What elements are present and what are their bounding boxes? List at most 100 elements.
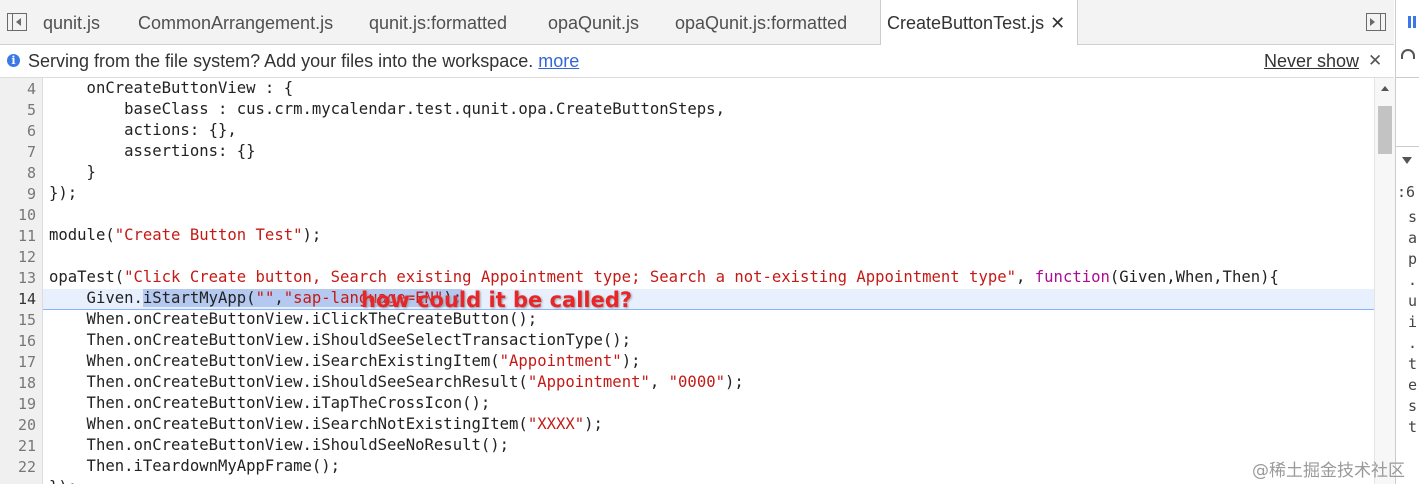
code-text: When.onCreateButtonView.iSearchExistingI…	[49, 352, 500, 370]
string-literal: "0000"	[668, 373, 725, 391]
code-text: ,	[1016, 268, 1035, 286]
line-number: 11	[17, 227, 36, 245]
line-number: 6	[26, 122, 36, 140]
tab-opaqunit-js-formatted[interactable]: opaQunit.js:formatted	[675, 0, 847, 44]
code-line: Then.onCreateButtonView.iShouldSeeNoResu…	[49, 436, 510, 454]
code-line: Then.onCreateButtonView.iTapTheCrossIcon…	[49, 394, 491, 412]
panel-divider	[1396, 146, 1419, 147]
string-literal: "Click Create button, Search existing Ap…	[124, 268, 1016, 286]
toggle-debugger-icon[interactable]	[1366, 13, 1386, 31]
line-number: 5	[26, 101, 36, 119]
string-literal: "Appointment"	[499, 352, 622, 370]
vertical-scrollbar[interactable]	[1374, 78, 1395, 484]
scrollbar-thumb[interactable]	[1378, 106, 1392, 154]
code-line: actions: {},	[49, 121, 237, 139]
char: s	[1408, 397, 1418, 415]
code-text: Given.	[49, 289, 143, 307]
char: u	[1408, 292, 1418, 310]
char: e	[1408, 376, 1418, 394]
code-text: Then.onCreateButtonView.iShouldSeeSearch…	[49, 373, 528, 391]
code-line: baseClass : cus.crm.mycalendar.test.quni…	[49, 100, 725, 118]
expand-triangle-icon[interactable]	[1402, 157, 1412, 164]
string-literal: "XXXX"	[527, 415, 585, 433]
more-link[interactable]: more	[538, 51, 579, 71]
code-line: onCreateButtonView : {	[49, 79, 294, 97]
info-icon: i	[7, 54, 20, 67]
line-number: 12	[17, 248, 36, 266]
tab-qunit-js[interactable]: qunit.js	[43, 0, 100, 44]
step-over-icon[interactable]	[1401, 49, 1415, 59]
code-text: module(	[49, 226, 115, 244]
code-line: opaTest("Click Create button, Search exi…	[49, 268, 1279, 286]
char: p	[1408, 250, 1418, 268]
tab-opaqunit-js[interactable]: opaQunit.js	[548, 0, 639, 44]
panel-divider	[1396, 77, 1419, 78]
char: t	[1408, 418, 1418, 436]
code-text: ,	[649, 373, 669, 391]
tab-create-button-test-js[interactable]: CreateButtonTest.js ✕	[880, 0, 1078, 45]
code-text: );	[621, 352, 641, 370]
tab-common-arrangement-js[interactable]: CommonArrangement.js	[138, 0, 333, 44]
tab-label: CreateButtonTest.js	[887, 13, 1045, 33]
code-editor[interactable]: 4 5 6 7 8 9 10 11 12 13 14 15 16 17 18 1…	[0, 78, 1374, 484]
code-line: assertions: {}	[49, 142, 256, 160]
infobar-message: Serving from the file system? Add your f…	[28, 45, 579, 77]
line-number: 15	[17, 311, 36, 329]
selected-string: ""	[255, 289, 275, 307]
tab-bar: qunit.js CommonArrangement.js qunit.js:f…	[0, 0, 1394, 45]
line-number: 9	[26, 185, 36, 203]
close-infobar-icon[interactable]: ✕	[1368, 45, 1382, 77]
selected-text: ,	[274, 289, 284, 307]
line-number: 4	[26, 80, 36, 98]
callstack-text: s a p . u i . t e s t	[1408, 207, 1417, 438]
line-number: 16	[17, 332, 36, 350]
line-number: 8	[26, 164, 36, 182]
code-line: Then.onCreateButtonView.iShouldSeeSearch…	[49, 373, 744, 391]
line-number: 20	[17, 416, 36, 434]
never-show-link[interactable]: Never show	[1264, 45, 1359, 77]
char: a	[1408, 229, 1418, 247]
line-number: 22	[17, 458, 36, 476]
scroll-up-arrow-icon[interactable]	[1381, 86, 1389, 91]
line-number: 10	[17, 206, 36, 224]
code-text: );	[302, 226, 322, 244]
string-literal: "Create Button Test"	[114, 226, 303, 244]
tab-qunit-js-formatted[interactable]: qunit.js:formatted	[369, 0, 507, 44]
code-line: When.onCreateButtonView.iSearchExistingI…	[49, 352, 641, 370]
close-tab-icon[interactable]: ✕	[1050, 13, 1065, 33]
line-number-gutter: 4 5 6 7 8 9 10 11 12 13 14 15 16 17 18 1…	[0, 78, 43, 484]
selected-text: iStartMyApp(	[142, 289, 256, 307]
code-line: });	[49, 478, 77, 484]
char: .	[1408, 334, 1418, 352]
line-number: 19	[17, 395, 36, 413]
code-line: When.onCreateButtonView.iClickTheCreateB…	[49, 310, 538, 328]
debugger-panel-edge: :6 s a p . u i . t e s t	[1395, 0, 1419, 484]
code-line: Then.iTeardownMyAppFrame();	[49, 457, 341, 475]
workspace-infobar: i Serving from the file system? Add your…	[0, 45, 1394, 78]
char: .	[1408, 271, 1418, 289]
infobar-text: Serving from the file system? Add your f…	[28, 51, 534, 71]
code-text: (Given,When,Then){	[1109, 268, 1279, 286]
char: i	[1408, 313, 1418, 331]
char: t	[1408, 355, 1418, 373]
pause-icon-bar	[1413, 16, 1416, 28]
code-text: When.onCreateButtonView.iSearchNotExisti…	[49, 415, 528, 433]
string-literal: "Appointment"	[527, 373, 650, 391]
call-frame-location: :6	[1397, 183, 1416, 201]
annotation-text: how could it be called?	[361, 288, 633, 312]
line-number: 13	[17, 269, 36, 287]
code-line: Then.onCreateButtonView.iShouldSeeSelect…	[49, 331, 632, 349]
toggle-navigator-icon[interactable]	[7, 13, 27, 31]
current-line-number: 14	[17, 290, 36, 308]
code-line: }	[49, 163, 96, 181]
keyword: function	[1034, 268, 1110, 286]
code-line: When.onCreateButtonView.iSearchNotExisti…	[49, 415, 603, 433]
code-line: });	[49, 184, 78, 202]
code-text: );	[725, 373, 744, 391]
watermark: @稀土掘金技术社区	[1252, 461, 1405, 481]
line-number: 17	[17, 353, 36, 371]
char: s	[1408, 208, 1418, 226]
line-number: 7	[26, 143, 36, 161]
line-number: 21	[17, 437, 36, 455]
pause-icon[interactable]	[1408, 16, 1411, 28]
